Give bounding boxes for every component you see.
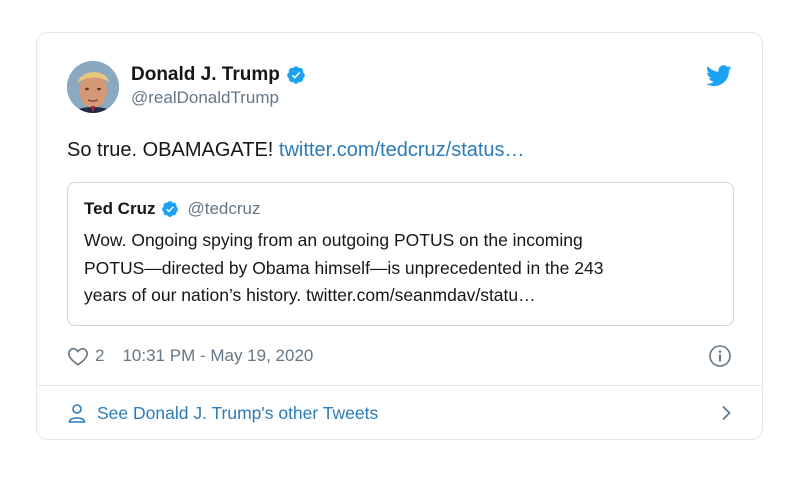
quoted-tweet-text: Wow. Ongoing spying from an outgoing POT… [84,227,724,310]
tweet-meta: 2 10:31 PM - May 19, 2020 [67,343,732,369]
author-name[interactable]: Donald J. Trump [131,64,280,86]
quoted-text-line: POTUS—directed by Obama himself—is unpre… [84,257,604,278]
quoted-author-name: Ted Cruz [84,199,156,218]
see-other-tweets-label: See Donald J. Trump's other Tweets [97,402,379,423]
divider [37,385,762,386]
see-other-tweets-link[interactable]: See Donald J. Trump's other Tweets [67,399,732,427]
tweet-card: Donald J. Trump @realDonaldTrump So true… [36,32,763,440]
quoted-tweet-header: Ted Cruz @tedcruz [84,199,260,219]
tweet-text: So true. OBAMAGATE! twitter.com/tedcruz/… [67,139,525,162]
author-info: Donald J. Trump @realDonaldTrump [131,64,306,108]
tweet-header: Donald J. Trump @realDonaldTrump [67,61,732,117]
profile-photo-icon [67,61,119,113]
verified-badge-icon [287,66,305,84]
avatar[interactable] [67,61,119,113]
twitter-bird-icon[interactable] [706,65,732,87]
quoted-author-handle: @tedcruz [187,199,261,218]
author-handle[interactable]: @realDonaldTrump [131,88,306,108]
person-icon [68,404,86,423]
quoted-text-line: years of our nation’s history. twitter.c… [84,285,536,305]
quoted-text-line: Wow. Ongoing spying from an outgoing POT… [84,230,583,250]
tweet-timestamp[interactable]: 10:31 PM - May 19, 2020 [122,346,313,366]
heart-icon[interactable] [67,346,89,366]
tweet-text-body: So true. OBAMAGATE! [67,139,279,161]
info-icon[interactable] [708,344,732,368]
verified-badge-icon [162,201,179,217]
like-count: 2 [95,346,105,365]
tweet-link[interactable]: twitter.com/tedcruz/status… [279,139,525,161]
chevron-right-icon [722,405,731,421]
author-name-row: Donald J. Trump [131,64,306,86]
quoted-tweet[interactable]: Ted Cruz @tedcruz Wow. Ongoing spying fr… [67,182,734,326]
